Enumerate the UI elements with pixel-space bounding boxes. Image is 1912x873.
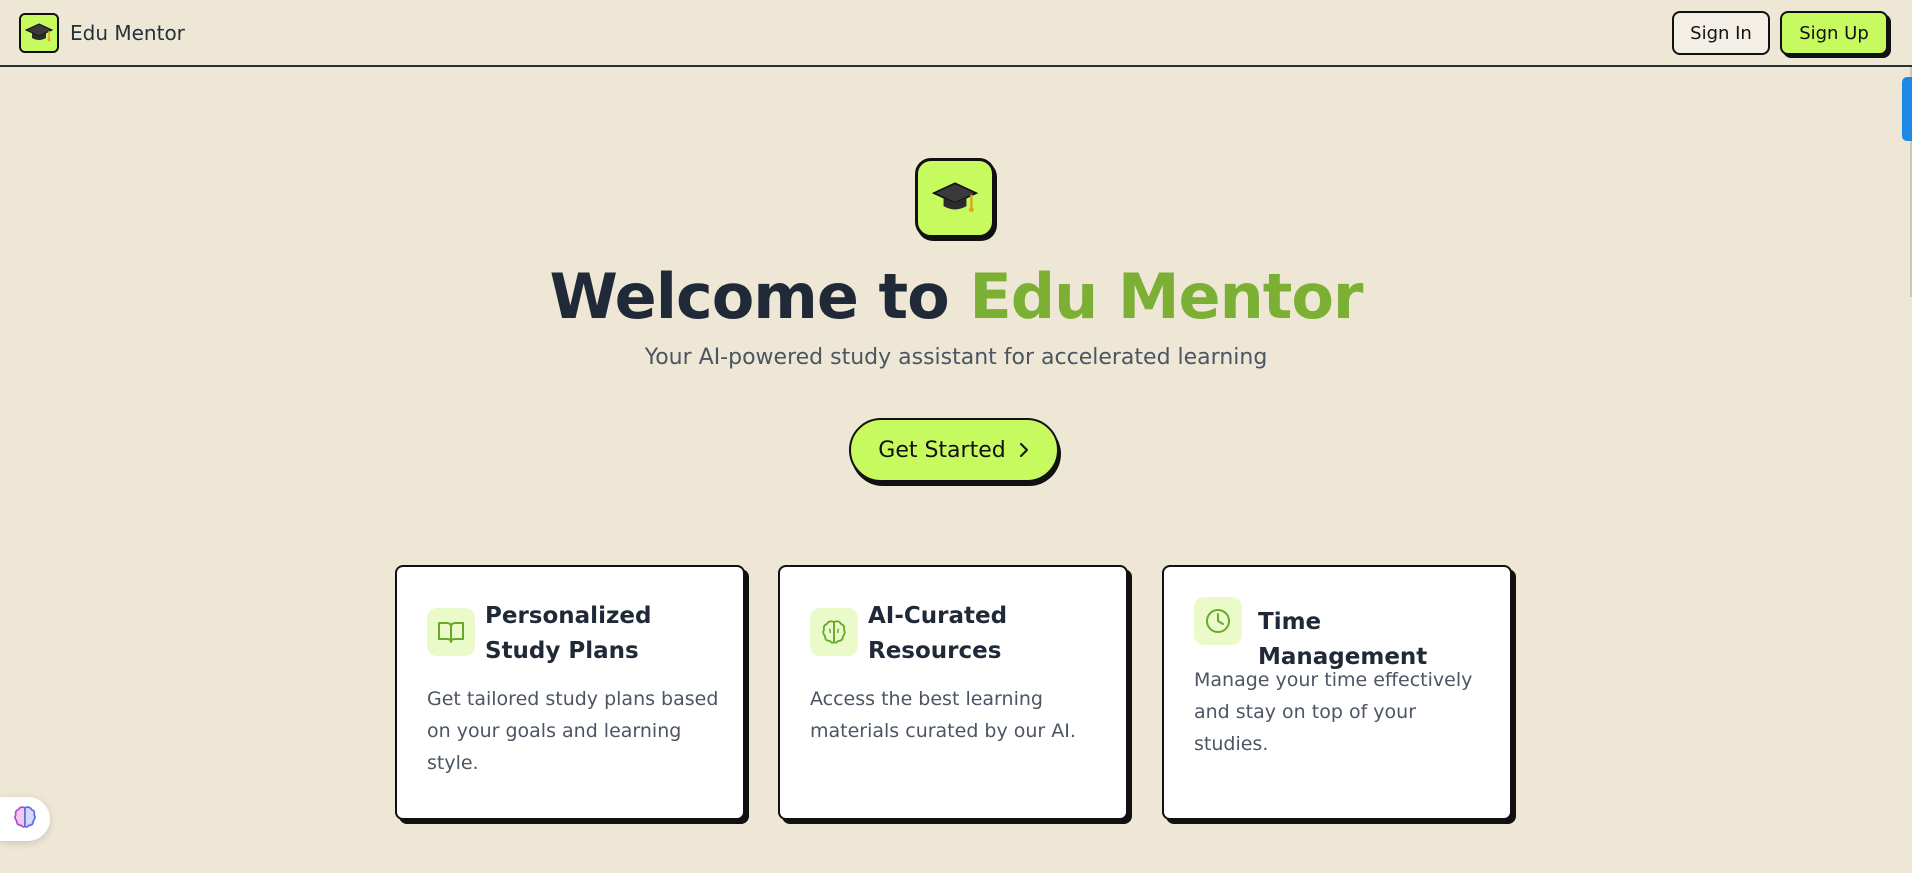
- feature-title: AI-Curated Resources: [868, 603, 1008, 664]
- page-subtitle: Your AI-powered study assistant for acce…: [644, 345, 1268, 370]
- feature-card-ai-curated-resources[interactable]: AI-Curated Resources Access the best lea…: [778, 565, 1128, 820]
- sign-in-button[interactable]: Sign In: [1672, 11, 1770, 55]
- feature-title: Personalized Study Plans: [485, 603, 652, 664]
- brain-icon: [12, 804, 38, 834]
- chevron-right-icon: [1018, 441, 1030, 459]
- landing-page: Edu Mentor Sign In Sign Up Welcome to Ed…: [0, 0, 1912, 873]
- get-started-label: Get Started: [878, 437, 1006, 463]
- title-accent: Edu Mentor: [969, 260, 1363, 333]
- page-title: Welcome to Edu Mentor: [0, 260, 1912, 333]
- title-prefix: Welcome to: [549, 260, 970, 333]
- brand[interactable]: Edu Mentor: [19, 13, 185, 53]
- graduation-cap-icon: [915, 158, 995, 238]
- feature-description: Get tailored study plans based on your g…: [427, 688, 719, 774]
- scrollbar-thumb[interactable]: [1902, 77, 1912, 141]
- feature-description: Manage your time effectively and stay on…: [1194, 669, 1473, 755]
- brain-icon: [810, 608, 858, 656]
- brand-name: Edu Mentor: [70, 21, 185, 45]
- feature-card-personalized-study-plans[interactable]: Personalized Study Plans Get tailored st…: [395, 565, 745, 820]
- book-open-icon: [427, 608, 475, 656]
- clock-icon: [1194, 597, 1242, 645]
- feature-description: Access the best learning materials curat…: [810, 688, 1076, 742]
- feature-card-time-management[interactable]: Time Management Manage your time effecti…: [1162, 565, 1512, 820]
- top-header: Edu Mentor Sign In Sign Up: [0, 0, 1912, 67]
- assistant-widget-button[interactable]: [0, 797, 50, 841]
- sign-up-button[interactable]: Sign Up: [1780, 11, 1888, 55]
- graduation-cap-icon: [19, 13, 59, 53]
- get-started-button[interactable]: Get Started: [849, 418, 1059, 482]
